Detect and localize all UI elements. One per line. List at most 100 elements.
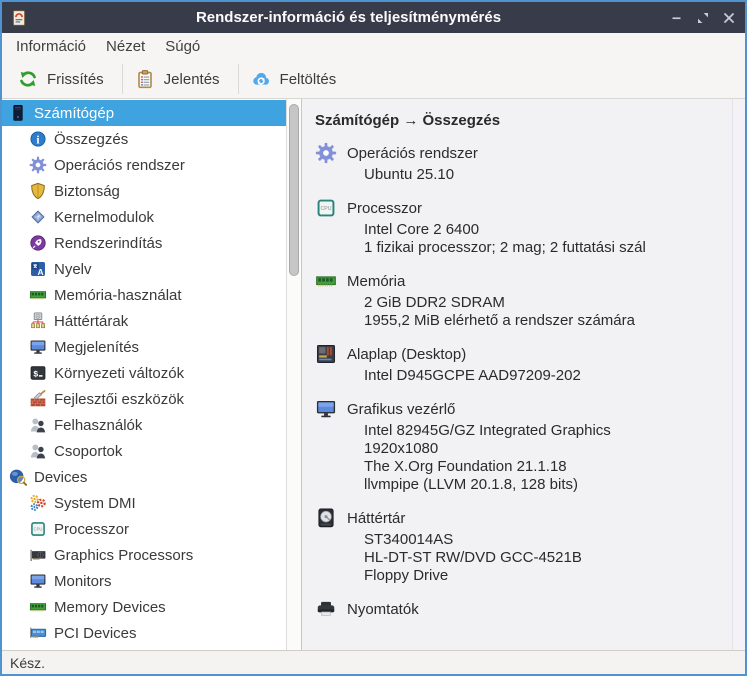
os-gear-icon <box>29 156 47 174</box>
computer-tower-icon <box>9 104 27 122</box>
sidebar-scrollbar[interactable] <box>286 99 301 650</box>
sidebar-item-label: Operációs rendszer <box>54 156 185 174</box>
section-title: Grafikus vezérlő <box>347 400 456 418</box>
section-line: Intel 82945G/GZ Integrated Graphics <box>364 422 611 439</box>
svg-text:$: $ <box>33 369 38 379</box>
sidebar-item-szamitogep[interactable]: Számítógép <box>2 100 286 126</box>
summary-sections: Operációs rendszer Ubuntu 25.10 CPU Process… <box>315 142 726 650</box>
section-alaplap-desktop: Alaplap (Desktop) Intel D945GCPE AAD97209… <box>315 343 726 385</box>
section-line: 1920x1080 <box>364 440 439 457</box>
sidebar-item-label: Monitors <box>54 572 112 590</box>
sidebar-item-label: Számítógép <box>34 104 115 122</box>
section-header: Nyomtatók <box>315 598 726 620</box>
sidebar-item-label: Nyelv <box>54 260 92 278</box>
section-line: Ubuntu 25.10 <box>364 166 455 183</box>
section-line: 2 GiB DDR2 SDRAM <box>364 294 505 311</box>
sidebar-item-pci-devices[interactable]: PCI Devices <box>2 620 286 646</box>
sidebar-item-processzor[interactable]: CPU Processzor <box>2 516 286 542</box>
sidebar-item-devices[interactable]: Devices <box>2 464 286 490</box>
section-title: Nyomtatók <box>347 600 419 618</box>
sidebar-item-label: Környezeti változók <box>54 364 185 382</box>
cpu-chip-icon: CPU <box>29 520 47 538</box>
sidebar-item-biztonsag[interactable]: Biztonság <box>2 178 286 204</box>
sidebar-item-system-dmi[interactable]: System DMI <box>2 490 286 516</box>
sidebar-item-label: Összegzés <box>54 130 129 148</box>
section-title: Memória <box>347 272 406 290</box>
sidebar-item-label: Felhasználók <box>54 416 143 434</box>
section-lines: 2 GiB DDR2 SDRAM 1955,2 MiB elérhető a re… <box>364 294 726 330</box>
sidebar-item-megjelenites[interactable]: Megjelenítés <box>2 334 286 360</box>
sidebar-item-nyelv[interactable]: A Nyelv <box>2 256 286 282</box>
sidebar-item-kornyezeti-valtozok[interactable]: $ Környezeti változók <box>2 360 286 386</box>
section-line: llvmpipe (LLVM 20.1.8, 128 bits) <box>364 476 578 493</box>
sidebar-item-operacios-rendszer[interactable]: Operációs rendszer <box>2 152 286 178</box>
toolbar-button-label: Frissítés <box>47 70 104 88</box>
sidebar-item-label: Memória-használat <box>54 286 182 304</box>
harddisk-icon <box>315 507 337 529</box>
sidebar-item-label: Kernelmodulok <box>54 208 155 226</box>
sidebar-item-felhasznalok[interactable]: Felhasználók <box>2 412 286 438</box>
sidebar-item-kernelmodulok[interactable]: Kernelmodulok <box>2 204 286 230</box>
gpu-card-icon <box>29 546 47 564</box>
svg-text:CPU: CPU <box>320 206 331 212</box>
memory-ram-icon <box>29 286 47 304</box>
toolbar-button-feltoltes[interactable]: Feltöltés <box>241 60 353 98</box>
section-line: 1 fizikai processzor; 2 mag; 2 futtatási… <box>364 239 646 256</box>
titlebar[interactable]: Rendszer-információ és teljesítménymérés <box>2 2 745 33</box>
summary-info-icon: i <box>29 130 47 148</box>
content-panel: Számítógép → Összegzés Operációs rendsze… <box>302 99 745 650</box>
window-controls <box>669 10 737 26</box>
toolbar-button-label: Jelentés <box>163 70 220 88</box>
content-scrollbar[interactable] <box>732 99 745 650</box>
menu-item-nezet[interactable]: Nézet <box>96 35 155 58</box>
sidebar-item-rendszerinditas[interactable]: Rendszerindítás <box>2 230 286 256</box>
toolbar-separator <box>121 64 123 94</box>
users-icon <box>29 416 47 434</box>
sidebar-item-hattertarak[interactable]: Háttértárak <box>2 308 286 334</box>
sidebar-item-label: Memory Devices <box>54 598 166 616</box>
menu-item-informacio[interactable]: Információ <box>6 35 96 58</box>
window-title: Rendszer-információ és teljesítménymérés <box>195 9 502 26</box>
section-line: HL-DT-ST RW/DVD GCC-4521B <box>364 549 582 566</box>
sidebar-item-label: Megjelenítés <box>54 338 140 356</box>
sidebar-item-label: PCI Devices <box>54 624 137 642</box>
sidebar-item-label: Háttértárak <box>54 312 129 330</box>
sidebar-item-osszegzes[interactable]: i Összegzés <box>2 126 286 152</box>
section-line: Intel D945GCPE AAD97209-202 <box>364 367 581 384</box>
status-bar: Kész. <box>2 650 745 674</box>
upload-cloud-icon <box>251 69 271 89</box>
sidebar-item-fejlesztoi-eszkozok[interactable]: Fejlesztői eszközök <box>2 386 286 412</box>
sidebar-item-memory-devices[interactable]: Memory Devices <box>2 594 286 620</box>
section-title: Operációs rendszer <box>347 144 478 162</box>
menu-item-sugo[interactable]: Súgó <box>155 35 210 58</box>
minimize-button[interactable] <box>669 10 685 26</box>
section-lines: ST340014AS HL-DT-ST RW/DVD GCC-4521B Flopp… <box>364 531 726 585</box>
memory-ram-icon <box>29 598 47 616</box>
close-button[interactable] <box>721 10 737 26</box>
menubar: Információ Nézet Súgó <box>2 33 745 60</box>
section-operacios-rendszer: Operációs rendszer Ubuntu 25.10 <box>315 142 726 184</box>
svg-text:A: A <box>38 267 44 277</box>
section-title: Processzor <box>347 199 423 217</box>
os-gear-icon <box>315 142 337 164</box>
toolbar-separator <box>237 64 239 94</box>
toolbar-button-jelentes[interactable]: Jelentés <box>125 60 236 98</box>
content-header: Számítógép → Összegzés <box>315 112 501 129</box>
section-line: 1955,2 MiB elérhető a rendszer számára <box>364 312 635 329</box>
toolbar-button-frissites[interactable]: Frissítés <box>8 60 120 98</box>
main-area: Számítógép i Összegzés Operációs rendszer Bi… <box>2 99 745 650</box>
section-lines: Intel 82945G/GZ Integrated Graphics 1920x… <box>364 422 726 494</box>
printer-icon <box>315 598 337 620</box>
maximize-button[interactable] <box>695 10 711 26</box>
app-window: Rendszer-információ és teljesítménymérés… <box>0 0 747 676</box>
sidebar-item-csoportok[interactable]: Csoportok <box>2 438 286 464</box>
section-header: Grafikus vezérlő <box>315 398 726 420</box>
section-header: Alaplap (Desktop) <box>315 343 726 365</box>
sidebar-scrollbar-thumb[interactable] <box>289 104 299 276</box>
sidebar-item-memoria-hasznalat[interactable]: Memória-használat <box>2 282 286 308</box>
summary-view: Számítógép → Összegzés Operációs rendsze… <box>302 99 732 650</box>
section-grafikus-vezerlo: Grafikus vezérlő Intel 82945G/GZ Integrat… <box>315 398 726 494</box>
sidebar-item-graphics-processors[interactable]: Graphics Processors <box>2 542 286 568</box>
sidebar-item-monitors[interactable]: Monitors <box>2 568 286 594</box>
section-header: Operációs rendszer <box>315 142 726 164</box>
